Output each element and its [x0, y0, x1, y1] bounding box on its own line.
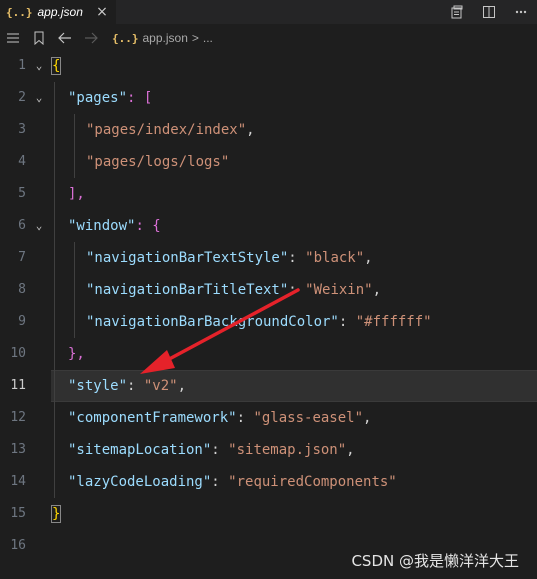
breadcrumb-file[interactable]: app.json [143, 31, 188, 45]
code-line: 9 "navigationBarBackgroundColor": "#ffff… [0, 306, 537, 338]
line-number: 2 [18, 90, 26, 105]
json-key: "window" [68, 218, 136, 234]
more-icon[interactable] [505, 3, 537, 21]
code-punct: : [211, 442, 229, 458]
line-number: 14 [10, 474, 26, 489]
line-number: 10 [10, 346, 26, 361]
json-key: "sitemapLocation" [68, 442, 212, 458]
list-icon[interactable] [0, 24, 26, 52]
json-string: "pages/index/index" [86, 122, 247, 138]
code-punct: : [288, 250, 306, 266]
open-preview-icon[interactable] [441, 3, 473, 21]
json-string: "v2" [143, 378, 178, 394]
line-number: 8 [18, 282, 26, 297]
back-arrow-icon[interactable] [52, 24, 78, 52]
close-icon[interactable]: × [94, 4, 110, 20]
watermark: CSDN @我是懒洋洋大王 [351, 552, 519, 570]
chevron-down-icon[interactable]: ⌄ [32, 82, 46, 114]
json-file-icon: {..} [112, 31, 139, 45]
code-line: 6 ⌄ "window": { [0, 210, 537, 242]
code-punct: : [236, 410, 254, 426]
code-line: 15 } [0, 498, 537, 530]
line-number: 12 [10, 410, 26, 425]
json-key: "style" [68, 378, 128, 394]
code-text: } [50, 505, 62, 523]
json-key: "navigationBarBackgroundColor" [86, 314, 339, 330]
code-punct: , [346, 442, 355, 458]
code-line: 4 "pages/logs/logs" [0, 146, 537, 178]
chevron-down-icon[interactable]: ⌄ [32, 50, 46, 82]
code-punct: , [363, 410, 372, 426]
breadcrumb-separator: > [191, 31, 199, 45]
line-number: 11 [10, 378, 26, 393]
line-number: 9 [18, 314, 26, 329]
tab-label: app.json [37, 5, 83, 19]
code-punct: : [211, 474, 229, 490]
code-line: 7 "navigationBarTextStyle": "black", [0, 242, 537, 274]
code-punct: : { [135, 218, 161, 234]
json-string: "#ffffff" [355, 314, 432, 330]
json-string: "glass-easel" [253, 410, 364, 426]
line-number: 3 [18, 122, 26, 137]
json-string: "black" [305, 250, 365, 266]
code-punct: : [288, 282, 306, 298]
code-line: 10 }, [0, 338, 537, 370]
code-line-current: 11 "style": "v2", [0, 370, 537, 402]
json-key: "pages" [68, 90, 128, 106]
line-number: 7 [18, 250, 26, 265]
code-editor[interactable]: 1 ⌄ { 2 ⌄ "pages": [ 3 "pages/index/inde… [0, 50, 537, 562]
breadcrumb-bar: {..} app.json > ... [0, 24, 537, 52]
editor-actions [441, 3, 537, 21]
split-editor-icon[interactable] [473, 3, 505, 21]
code-punct: , [246, 122, 255, 138]
json-string: "requiredComponents" [228, 474, 397, 490]
code-line: 2 ⌄ "pages": [ [0, 82, 537, 114]
line-number: 13 [10, 442, 26, 457]
code-line: 3 "pages/index/index", [0, 114, 537, 146]
forward-arrow-icon[interactable] [78, 24, 104, 52]
code-punct: , [177, 378, 187, 394]
code-line: 13 "sitemapLocation": "sitemap.json", [0, 434, 537, 466]
line-number: 4 [18, 154, 26, 169]
line-number: 5 [18, 186, 26, 201]
code-line: 12 "componentFramework": "glass-easel", [0, 402, 537, 434]
json-string: "pages/logs/logs" [86, 154, 230, 170]
json-string: "Weixin" [305, 282, 373, 298]
json-key: "navigationBarTitleText" [86, 282, 289, 298]
code-punct: : [ [127, 90, 153, 106]
line-number: 15 [10, 506, 26, 521]
line-number: 1 [18, 58, 26, 73]
code-line: 1 ⌄ { [0, 50, 537, 82]
tab-app-json[interactable]: {..} app.json × [0, 0, 116, 24]
json-key: "componentFramework" [68, 410, 237, 426]
line-number: 16 [10, 538, 26, 553]
line-number: 6 [18, 218, 26, 233]
breadcrumb-more[interactable]: ... [203, 31, 213, 45]
bookmark-icon[interactable] [26, 24, 52, 52]
tab-bar: {..} app.json × [0, 0, 537, 24]
code-punct: , [364, 250, 373, 266]
code-punct: : [127, 378, 144, 394]
code-line: 14 "lazyCodeLoading": "requiredComponent… [0, 466, 537, 498]
code-punct: , [372, 282, 382, 298]
code-punct: }, [68, 346, 85, 362]
code-line: 5 ], [0, 178, 537, 210]
json-key: "lazyCodeLoading" [68, 474, 212, 490]
breadcrumb: {..} app.json > ... [112, 31, 213, 45]
chevron-down-icon[interactable]: ⌄ [32, 210, 46, 242]
json-file-icon: {..} [6, 5, 33, 19]
code-line: 8 "navigationBarTitleText": "Weixin", [0, 274, 537, 306]
code-punct: ], [68, 186, 85, 202]
json-string: "sitemap.json" [228, 442, 347, 458]
code-punct: : [338, 314, 356, 330]
json-key: "navigationBarTextStyle" [86, 250, 289, 266]
code-text: { [50, 57, 62, 75]
